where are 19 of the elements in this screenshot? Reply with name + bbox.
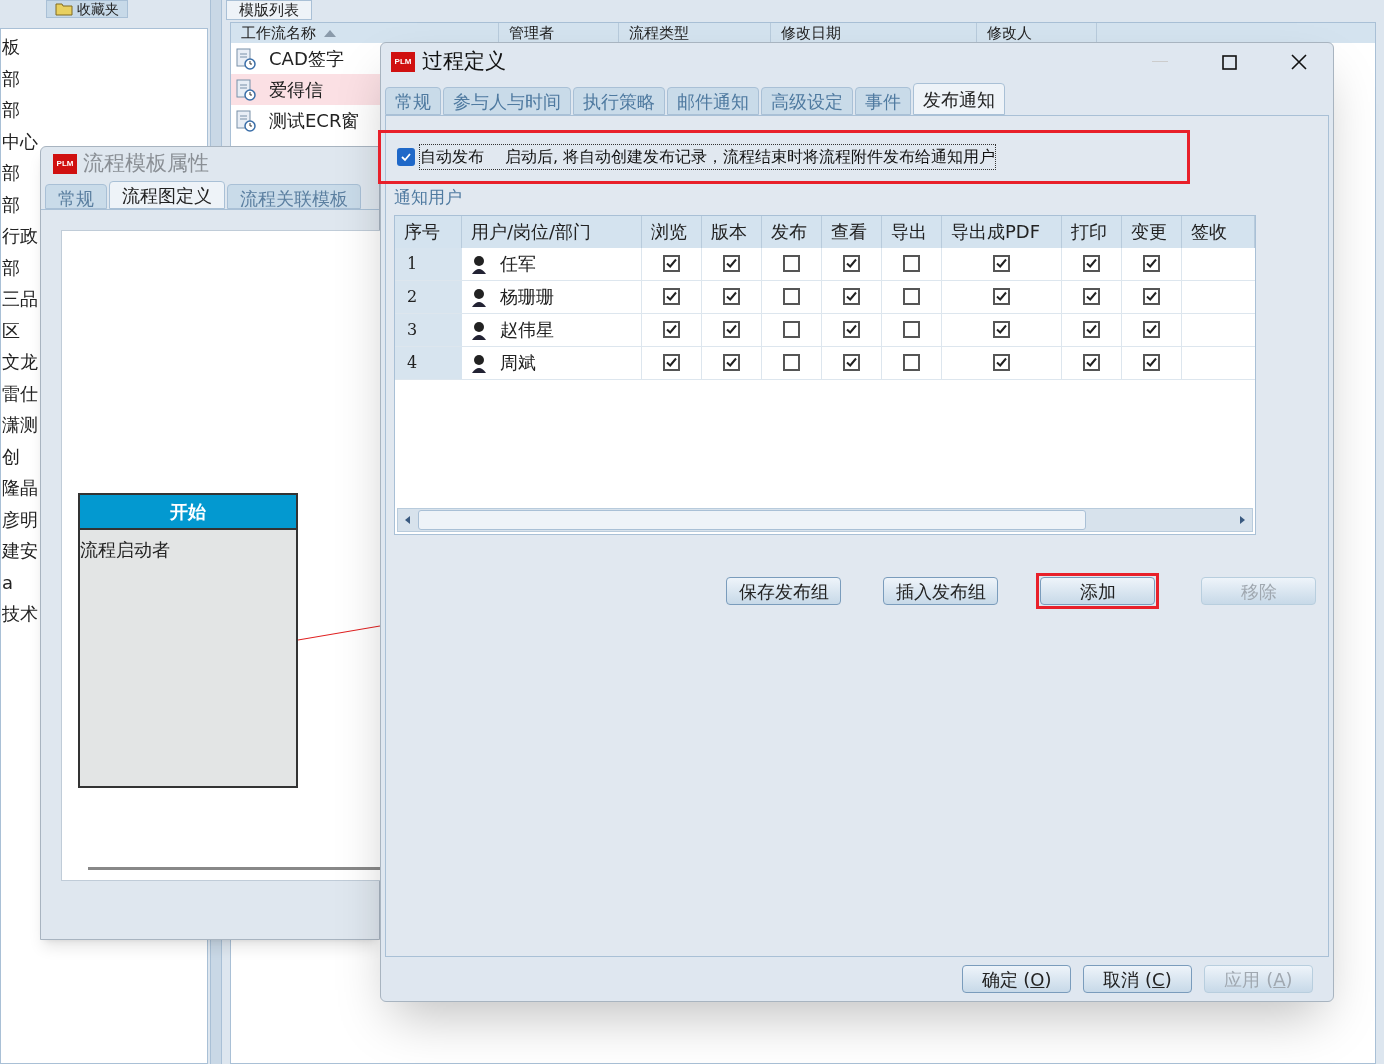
row-number: 3 — [395, 313, 462, 346]
user-name: 杨珊珊 — [500, 285, 554, 309]
node-header: 开始 — [80, 495, 296, 530]
node-label: 流程启动者 — [80, 538, 171, 562]
user-name: 赵伟星 — [500, 318, 554, 342]
row-number: 1 — [395, 247, 462, 280]
app-logo: PLM — [53, 154, 77, 174]
app-logo: PLM — [391, 52, 415, 72]
checkbox-label: 自动发布 启动后, 将自动创建发布记录，流程结束时将流程附件发布给通知用户 — [419, 144, 997, 170]
user-name: 周斌 — [500, 351, 536, 375]
workflow-name: CAD签字 — [269, 47, 344, 71]
window-title: 流程模板属性 — [83, 150, 209, 178]
workflow-name: 测试ECR窗 — [269, 109, 360, 133]
row-number: 4 — [395, 346, 462, 379]
row-number: 2 — [395, 280, 462, 313]
window-title: 过程定义 — [422, 48, 506, 76]
user-name: 任军 — [500, 252, 536, 276]
section-label: 通知用户 — [394, 186, 463, 209]
workflow-name: 爱得信 — [269, 78, 323, 102]
